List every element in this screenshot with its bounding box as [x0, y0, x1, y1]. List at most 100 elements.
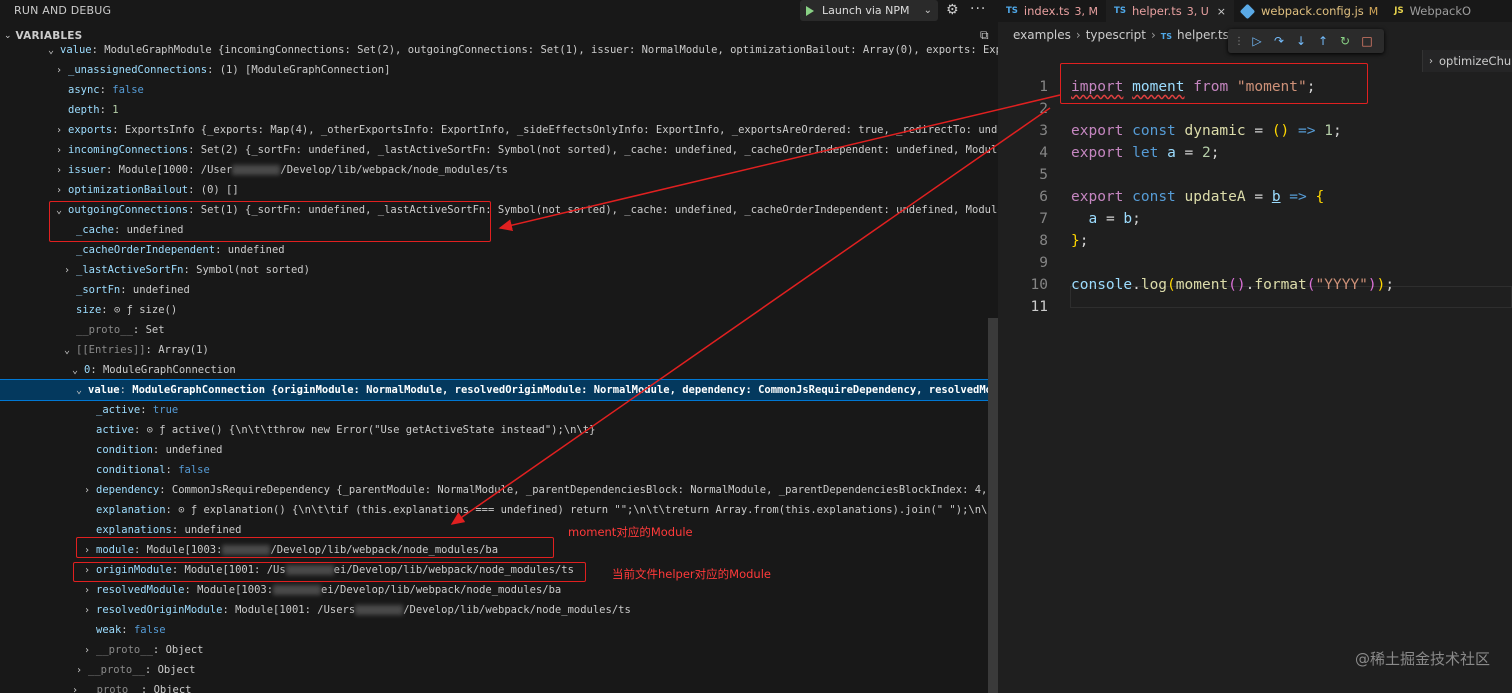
- variable-row[interactable]: __proto__: Set: [0, 320, 998, 340]
- variable-row[interactable]: ⌄ value: ModuleGraphConnection {originMod…: [0, 379, 999, 401]
- continue-icon[interactable]: ▷: [1248, 34, 1266, 48]
- chevron-right-icon[interactable]: ›: [64, 261, 76, 280]
- chevron-right-icon: ›: [1429, 55, 1433, 67]
- code-line: 7 a = b;: [998, 208, 1512, 230]
- variable-key: weak: [96, 624, 122, 636]
- variable-row[interactable]: › resolvedModule: Module[1003: ei/Develop/…: [0, 580, 998, 600]
- variable-row[interactable]: conditional: false: [0, 460, 998, 480]
- variable-value: (1) [ModuleGraphConnection]: [219, 64, 391, 76]
- variable-row[interactable]: ⌄ [[Entries]]: Array(1): [0, 340, 998, 360]
- launch-config-select[interactable]: Launch via NPM ⌄: [800, 0, 938, 21]
- variable-row[interactable]: _cacheOrderIndependent: undefined: [0, 240, 998, 260]
- chevron-right-icon[interactable]: ›: [72, 681, 84, 693]
- chevron-right-icon: ›: [1150, 28, 1156, 42]
- drag-handle-icon[interactable]: ⋮: [1234, 36, 1244, 47]
- variable-row[interactable]: › dependency: CommonJsRequireDependency {…: [0, 480, 998, 500]
- tab-index-ts[interactable]: TS index.ts 3, M: [998, 0, 1106, 22]
- chevron-right-icon[interactable]: ›: [56, 61, 68, 80]
- variable-row[interactable]: › issuer: Module[1000: /User/Develop/lib/…: [0, 160, 998, 180]
- chevron-right-icon: ›: [1075, 28, 1081, 42]
- variable-row[interactable]: › __proto__: Object: [0, 640, 998, 660]
- variable-key: [[Entries]]: [76, 344, 146, 356]
- variable-row[interactable]: ⌄ value: ModuleGraphModule {incomingConne…: [0, 40, 998, 60]
- run-debug-title: RUN AND DEBUG: [14, 4, 112, 17]
- chevron-down-icon[interactable]: ⌄: [76, 381, 88, 400]
- close-icon[interactable]: ×: [1217, 5, 1226, 18]
- variable-value: ⊙ ƒ explanation() {\n\t\tif (this.explan…: [178, 504, 998, 516]
- variable-key: async: [68, 84, 100, 96]
- variable-key: __proto__: [76, 324, 133, 336]
- breadcrumb-item[interactable]: examples: [1013, 28, 1071, 42]
- step-over-icon[interactable]: ↷: [1270, 34, 1288, 48]
- code-line: 9: [998, 252, 1512, 274]
- variable-value: Module[1003:: [197, 584, 274, 596]
- variable-value: false: [178, 464, 210, 476]
- variable-key: _active: [96, 404, 141, 416]
- variable-row[interactable]: ⌄ 0: ModuleGraphConnection: [0, 360, 998, 380]
- typescript-icon: TS: [1006, 6, 1018, 16]
- stop-icon[interactable]: □: [1358, 34, 1376, 48]
- variable-row[interactable]: › resolvedOriginModule: Module[1001: /Use…: [0, 600, 998, 620]
- variable-value: Object: [165, 644, 204, 656]
- line-number: 4: [1039, 145, 1048, 161]
- chevron-down-icon[interactable]: ⌄: [48, 41, 60, 60]
- chevron-right-icon[interactable]: ›: [56, 141, 68, 160]
- variable-row[interactable]: weak: false: [0, 620, 998, 640]
- tab-webpack-other[interactable]: JS WebpackO: [1386, 0, 1479, 22]
- variable-row[interactable]: size: ⊙ ƒ size(): [0, 300, 998, 320]
- variable-row[interactable]: explanation: ⊙ ƒ explanation() {\n\t\tif…: [0, 500, 998, 520]
- chevron-right-icon[interactable]: ›: [56, 161, 68, 180]
- start-debugging-icon[interactable]: [806, 5, 814, 16]
- highlight-module: [76, 537, 554, 558]
- chevron-right-icon[interactable]: ›: [56, 121, 68, 140]
- scrollbar[interactable]: [988, 318, 998, 693]
- variable-value: false: [133, 624, 166, 636]
- line-number: 5: [1039, 167, 1048, 183]
- variable-key: dependency: [96, 484, 160, 496]
- breadcrumb-item[interactable]: helper.ts: [1177, 28, 1229, 42]
- step-into-icon[interactable]: ↓: [1292, 34, 1310, 48]
- restart-icon[interactable]: ↻: [1336, 34, 1354, 48]
- code-editor[interactable]: 1 import moment from "moment"; 2 3 export …: [998, 76, 1512, 318]
- variable-value: true: [152, 404, 179, 416]
- variable-row[interactable]: › __proto__: Object: [0, 680, 998, 693]
- line-number: 10: [1030, 277, 1048, 293]
- variable-key: _lastActiveSortFn: [76, 264, 184, 276]
- variable-row[interactable]: active: ⊙ ƒ active() {\n\t\tthrow new Er…: [0, 420, 998, 440]
- variable-key: exports: [68, 124, 113, 136]
- variable-row[interactable]: › exports: ExportsInfo {_exports: Map(4),…: [0, 120, 998, 140]
- variable-row[interactable]: condition: undefined: [0, 440, 998, 460]
- chevron-right-icon[interactable]: ›: [56, 181, 68, 200]
- variable-row[interactable]: › optimizationBailout: (0) []: [0, 180, 998, 200]
- tab-helper-ts[interactable]: TS helper.ts 3, U ×: [1106, 0, 1234, 22]
- chevron-right-icon[interactable]: ›: [84, 481, 96, 500]
- variable-row[interactable]: depth: 1: [0, 100, 998, 120]
- chevron-down-icon[interactable]: ⌄: [72, 361, 84, 380]
- variable-row[interactable]: › __proto__: Object: [0, 660, 998, 680]
- variable-key: optimizationBailout: [68, 184, 189, 196]
- variable-row[interactable]: async: false: [0, 80, 998, 100]
- variable-row[interactable]: › incomingConnections: Set(2) {_sortFn: u…: [0, 140, 998, 160]
- more-actions-icon[interactable]: ···: [970, 1, 986, 17]
- variable-value: (0) []: [200, 184, 239, 196]
- sticky-scroll-outline[interactable]: › optimizeChu: [1422, 50, 1512, 72]
- variable-key: __proto__: [88, 664, 145, 676]
- variable-row[interactable]: › _unassignedConnections: (1) [ModuleGrap…: [0, 60, 998, 80]
- chevron-right-icon[interactable]: ›: [76, 661, 88, 680]
- chevron-right-icon[interactable]: ›: [84, 601, 96, 620]
- highlight-origin-module: [73, 562, 586, 582]
- chevron-down-icon[interactable]: ⌄: [64, 341, 76, 360]
- variable-row[interactable]: _sortFn: undefined: [0, 280, 998, 300]
- chevron-down-icon[interactable]: ⌄: [924, 5, 932, 16]
- variable-row[interactable]: › _lastActiveSortFn: Symbol(not sorted): [0, 260, 998, 280]
- step-out-icon[interactable]: ↑: [1314, 34, 1332, 48]
- variable-value: Set: [145, 324, 165, 336]
- code-line: 4 export let a = 2;: [998, 142, 1512, 164]
- gear-icon[interactable]: ⚙: [946, 2, 959, 18]
- chevron-right-icon[interactable]: ›: [84, 641, 96, 660]
- highlight-outgoing-connections: [49, 201, 491, 242]
- chevron-right-icon[interactable]: ›: [84, 581, 96, 600]
- breadcrumb-item[interactable]: typescript: [1086, 28, 1146, 42]
- tab-webpack-config[interactable]: webpack.config.js M: [1234, 0, 1386, 22]
- variable-row[interactable]: _active: true: [0, 400, 998, 420]
